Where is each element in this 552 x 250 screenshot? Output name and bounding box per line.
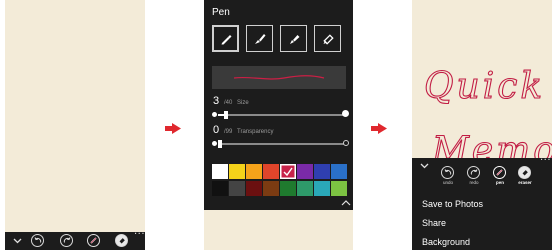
size-max-dot [342,110,349,117]
chevron-down-icon[interactable] [418,160,430,172]
pen-button[interactable] [493,166,506,179]
color-swatch[interactable] [280,164,296,179]
app-bar-expanded-menu: undo redo pen eraser ··· Save to Photos … [412,156,552,250]
transparency-value: 0 [213,124,220,136]
undo-icon [34,237,41,243]
color-swatch[interactable] [263,181,279,196]
undo-icon [444,169,451,175]
undo-button[interactable] [31,234,44,247]
eraser-label: eraser [518,180,532,185]
highlighter-pen-icon [322,33,334,45]
color-swatch[interactable] [331,181,347,196]
chevron-up-icon[interactable] [341,199,351,207]
color-swatch[interactable] [229,181,245,196]
color-swatch[interactable] [280,181,296,196]
eraser-icon [522,169,528,175]
color-swatch[interactable] [246,181,262,196]
brush-pen-icon [254,33,265,44]
color-swatch[interactable] [229,164,245,179]
color-swatch[interactable] [331,164,347,179]
pen-type-2-button[interactable] [246,25,273,52]
pen-label: pen [495,180,504,185]
pen-settings-title: Pen [212,7,230,18]
chevron-down-icon[interactable] [11,235,23,247]
color-swatch[interactable] [212,164,228,179]
redo-button[interactable] [60,234,73,247]
transparency-max: /99 [224,129,233,135]
fountain-pen-icon [221,34,231,44]
stroke-preview [212,66,346,89]
size-value: 3 [213,95,220,107]
color-palette [212,164,349,197]
pen-settings-screen: Pen 3 /40 Size 0 /99 Transparency [204,0,353,250]
menu-item-background[interactable]: Background [422,237,470,247]
size-slider-thumb[interactable] [224,111,228,119]
undo-label: undo [442,180,453,185]
pen-type-1-button[interactable] [212,25,239,52]
transparency-max-circle [343,140,349,146]
next-step-arrow-icon [165,123,181,134]
eraser-button[interactable] [115,234,128,247]
transparency-slider-thumb[interactable] [218,140,222,148]
eraser-icon [119,237,125,243]
size-max: /40 [224,100,233,106]
color-swatch[interactable] [297,181,313,196]
next-step-arrow-icon [371,123,387,134]
size-min-dot [212,112,217,117]
eraser-button[interactable] [518,166,531,179]
menu-item-save-to-photos[interactable]: Save to Photos [422,199,483,209]
pen-icon [90,237,97,244]
checkmark-icon [283,167,293,177]
pen-icon [496,169,503,176]
color-swatch[interactable] [297,164,313,179]
transparency-slider-track [218,143,344,145]
pen-settings-sheet: Pen 3 /40 Size 0 /99 Transparency [204,0,353,210]
undo-button[interactable] [441,166,454,179]
menu-item-share[interactable]: Share [422,218,446,228]
color-swatch[interactable] [212,181,228,196]
color-swatch[interactable] [314,164,330,179]
redo-icon [470,169,477,175]
redo-label: redo [469,180,479,185]
redo-button[interactable] [467,166,480,179]
color-swatch[interactable] [263,164,279,179]
marker-pen-icon [289,34,299,44]
handwriting-line-1: Quick [424,66,545,107]
size-label: Size [237,100,249,106]
pen-button[interactable] [87,234,100,247]
transparency-min-dot [212,141,217,146]
blank-memo-screen: ··· [5,0,145,250]
transparency-label: Transparency [237,129,274,135]
app-bar: ··· [5,230,145,250]
stroke-preview-line [233,75,325,80]
more-options-icon[interactable]: ··· [540,156,551,166]
color-swatch[interactable] [246,164,262,179]
size-slider-track [218,114,344,116]
redo-icon [63,237,70,243]
more-options-icon[interactable]: ··· [134,230,145,240]
color-swatch[interactable] [314,181,330,196]
pen-type-4-button[interactable] [314,25,341,52]
pen-type-3-button[interactable] [280,25,307,52]
memo-with-menu-screen: Quick Memo undo redo pen eraser ··· Save… [412,0,552,250]
